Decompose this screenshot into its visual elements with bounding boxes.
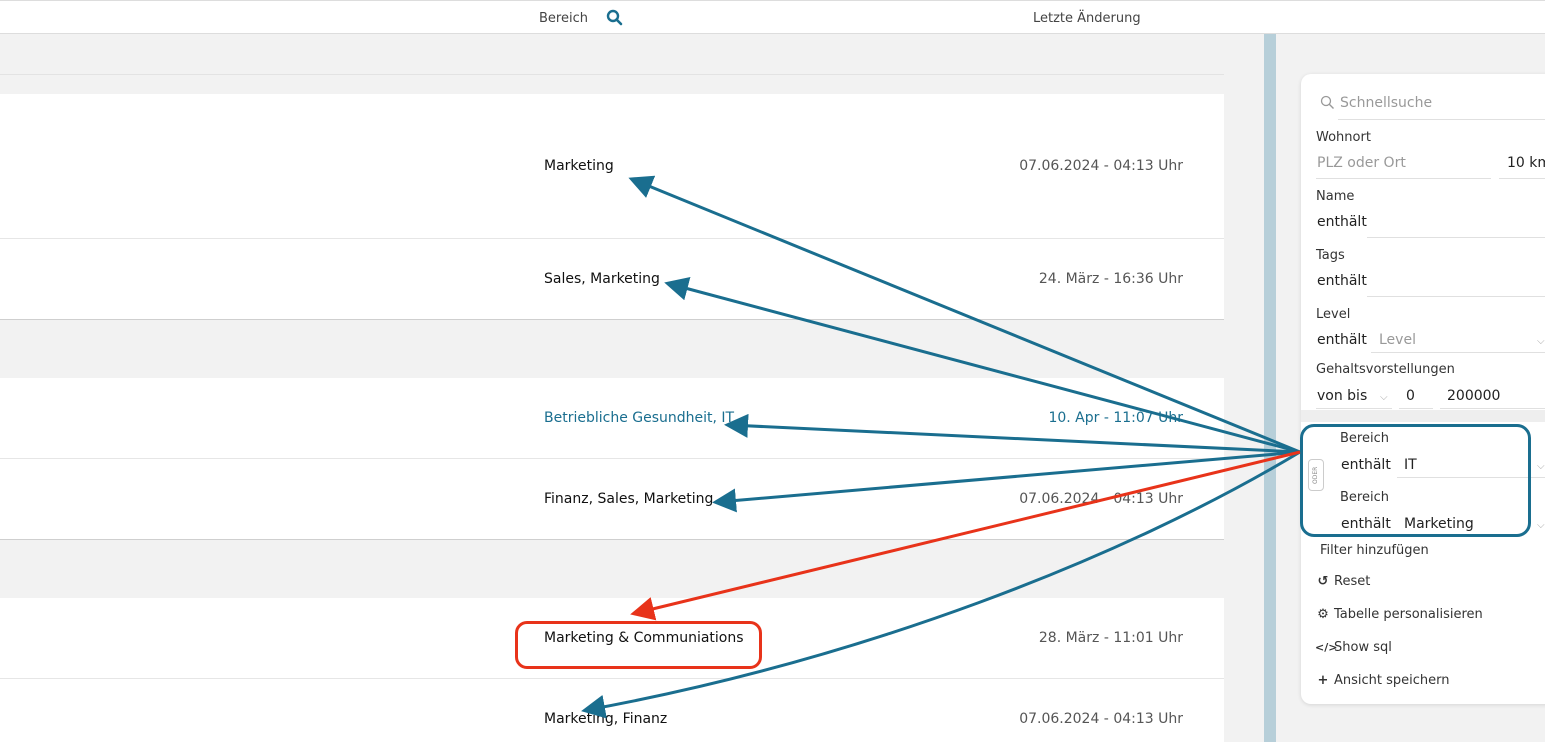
chevron-down-icon: ⌵ bbox=[1537, 461, 1545, 472]
tags-operator[interactable]: enthält bbox=[1317, 273, 1367, 289]
gehalt-from-input[interactable]: 0 bbox=[1406, 388, 1415, 404]
name-label: Name bbox=[1316, 189, 1355, 204]
gehalt-to-input[interactable]: 200000 bbox=[1447, 388, 1500, 404]
cell-letzte-aenderung: 07.06.2024 - 04:13 Uhr bbox=[1019, 158, 1183, 174]
panel-resize-handle[interactable] bbox=[1264, 34, 1276, 742]
plus-icon: + bbox=[1317, 673, 1329, 688]
gehalt-label: Gehaltsvorstellungen bbox=[1316, 362, 1455, 377]
reset-icon: ↺ bbox=[1317, 574, 1329, 589]
cell-letzte-aenderung: 24. März - 16:36 Uhr bbox=[1038, 271, 1183, 287]
wohnort-label: Wohnort bbox=[1316, 130, 1371, 145]
filter-panel: Schnellsuche Wohnort PLZ oder Ort 10 km … bbox=[1301, 74, 1545, 704]
chevron-down-icon: ⌵ bbox=[1537, 336, 1545, 347]
table-header: Bereich Letzte Änderung bbox=[0, 0, 1545, 34]
mismatch-highlight bbox=[515, 621, 762, 669]
code-icon: </> bbox=[1315, 641, 1338, 654]
gear-icon: ⚙ bbox=[1317, 607, 1329, 622]
cell-letzte-aenderung: 28. März - 11:01 Uhr bbox=[1038, 630, 1183, 646]
chevron-down-icon: ⌵ bbox=[1380, 392, 1388, 403]
cell-bereich: Betriebliche Gesundheit, IT bbox=[544, 410, 735, 426]
column-header-letzte-aenderung[interactable]: Letzte Änderung bbox=[1033, 11, 1141, 26]
group-divider bbox=[0, 74, 1224, 75]
cell-bereich: Marketing bbox=[544, 158, 614, 174]
show-sql-button[interactable]: </>Show sql bbox=[1315, 640, 1392, 655]
reset-button[interactable]: ↺ Reset bbox=[1315, 574, 1371, 589]
wohnort-input[interactable]: PLZ oder Ort bbox=[1317, 155, 1406, 171]
table-row[interactable]: Finanz, Sales, Marketing 07.06.2024 - 04… bbox=[0, 459, 1224, 540]
table-row[interactable]: Betriebliche Gesundheit, IT 10. Apr - 11… bbox=[0, 378, 1224, 459]
tags-label: Tags bbox=[1316, 248, 1345, 263]
save-view-button[interactable]: + Ansicht speichern bbox=[1315, 673, 1450, 688]
table-row[interactable]: Marketing, Finanz 07.06.2024 - 04:13 Uhr bbox=[0, 679, 1224, 742]
radius-select[interactable]: 10 km bbox=[1507, 155, 1545, 171]
customize-table-button[interactable]: ⚙ Tabelle personalisieren bbox=[1315, 607, 1483, 622]
level-operator[interactable]: enthält bbox=[1317, 332, 1367, 348]
cell-bereich: Sales, Marketing bbox=[544, 271, 660, 287]
table-row[interactable]: Sales, Marketing 24. März - 16:36 Uhr bbox=[0, 239, 1224, 320]
search-icon[interactable] bbox=[606, 9, 623, 30]
table-row[interactable]: Marketing 07.06.2024 - 04:13 Uhr bbox=[0, 94, 1224, 239]
chevron-down-icon: ⌵ bbox=[1537, 520, 1545, 531]
quick-search-input[interactable]: Schnellsuche bbox=[1340, 95, 1432, 111]
bereich-filter-highlight bbox=[1300, 424, 1531, 537]
level-select[interactable]: Level bbox=[1379, 332, 1416, 348]
cell-letzte-aenderung: 10. Apr - 11:07 Uhr bbox=[1048, 410, 1183, 426]
cell-bereich: Finanz, Sales, Marketing bbox=[544, 491, 714, 507]
add-filter-button[interactable]: Filter hinzufügen bbox=[1320, 543, 1429, 558]
level-label: Level bbox=[1316, 307, 1351, 322]
name-operator[interactable]: enthält bbox=[1317, 214, 1367, 230]
search-icon bbox=[1320, 95, 1335, 114]
gehalt-operator[interactable]: von bis bbox=[1317, 388, 1367, 404]
cell-letzte-aenderung: 07.06.2024 - 04:13 Uhr bbox=[1019, 491, 1183, 507]
column-header-bereich[interactable]: Bereich bbox=[539, 11, 588, 26]
cell-bereich: Marketing, Finanz bbox=[544, 711, 668, 727]
cell-letzte-aenderung: 07.06.2024 - 04:13 Uhr bbox=[1019, 711, 1183, 727]
